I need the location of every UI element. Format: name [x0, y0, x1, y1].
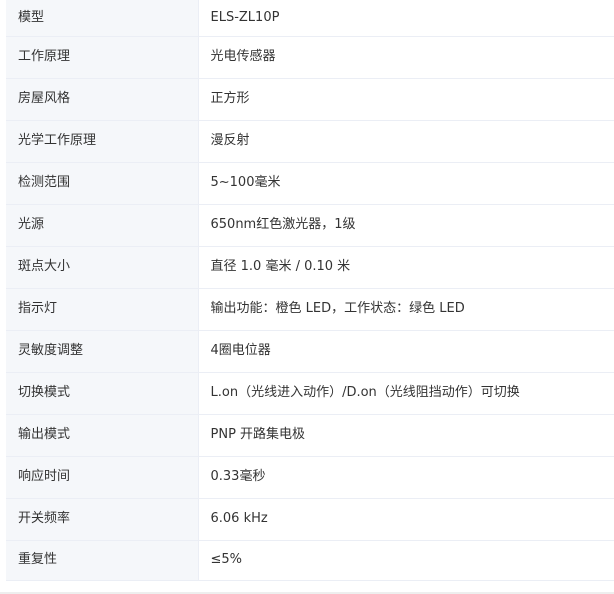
spec-value-repeatability: ≤5% [198, 540, 614, 581]
spec-value-indicator: 输出功能：橙色 LED，工作状态：绿色 LED [198, 288, 614, 331]
spec-value-housing-style: 正方形 [198, 78, 614, 121]
spec-label-optical-principle: 光学工作原理 [6, 120, 199, 163]
table-row: 开关频率 6.06 kHz [6, 498, 614, 541]
spec-value-optical-principle: 漫反射 [198, 120, 614, 163]
table-row: 重复性 ≤5% [6, 540, 614, 581]
table-row: 检测范围 5~100毫米 [6, 162, 614, 205]
table-row: 工作原理 光电传感器 [6, 36, 614, 79]
spec-label-detection-range: 检测范围 [6, 162, 199, 205]
table-row: 模型 ELS-ZL10P [6, 0, 614, 37]
spec-label-working-principle: 工作原理 [6, 36, 199, 79]
spec-value-response-time: 0.33毫秒 [198, 456, 614, 499]
table-row: 指示灯 输出功能：橙色 LED，工作状态：绿色 LED [6, 288, 614, 331]
spec-label-indicator: 指示灯 [6, 288, 199, 331]
spec-label-housing-style: 房屋风格 [6, 78, 199, 121]
table-row: 斑点大小 直径 1.0 毫米 / 0.10 米 [6, 246, 614, 289]
table-row: 光源 650nm红色激光器，1级 [6, 204, 614, 247]
table-row: 光学工作原理 漫反射 [6, 120, 614, 163]
table-row: 输出模式 PNP 开路集电极 [6, 414, 614, 457]
spec-value-switching-frequency: 6.06 kHz [198, 498, 614, 541]
spec-value-switching-mode: L.on（光线进入动作）/D.on（光线阻挡动作）可切换 [198, 372, 614, 415]
spec-label-model: 模型 [6, 0, 199, 37]
table-row: 灵敏度调整 4圈电位器 [6, 330, 614, 373]
spec-label-response-time: 响应时间 [6, 456, 199, 499]
table-row: 房屋风格 正方形 [6, 78, 614, 121]
spec-value-model: ELS-ZL10P [198, 0, 614, 37]
spec-label-switching-mode: 切换模式 [6, 372, 199, 415]
spec-label-switching-frequency: 开关频率 [6, 498, 199, 541]
specifications-table: 模型 ELS-ZL10P 工作原理 光电传感器 房屋风格 正方形 光学工作原理 … [6, 0, 614, 581]
spec-value-sensitivity-adjustment: 4圈电位器 [198, 330, 614, 373]
spec-value-working-principle: 光电传感器 [198, 36, 614, 79]
spec-value-spot-size: 直径 1.0 毫米 / 0.10 米 [198, 246, 614, 289]
spec-label-spot-size: 斑点大小 [6, 246, 199, 289]
spec-label-repeatability: 重复性 [6, 540, 199, 581]
spec-value-detection-range: 5~100毫米 [198, 162, 614, 205]
spec-value-output-mode: PNP 开路集电极 [198, 414, 614, 457]
table-row: 响应时间 0.33毫秒 [6, 456, 614, 499]
spec-label-sensitivity-adjustment: 灵敏度调整 [6, 330, 199, 373]
spec-label-output-mode: 输出模式 [6, 414, 199, 457]
table-row: 切换模式 L.on（光线进入动作）/D.on（光线阻挡动作）可切换 [6, 372, 614, 415]
spec-label-light-source: 光源 [6, 204, 199, 247]
spec-value-light-source: 650nm红色激光器，1级 [198, 204, 614, 247]
